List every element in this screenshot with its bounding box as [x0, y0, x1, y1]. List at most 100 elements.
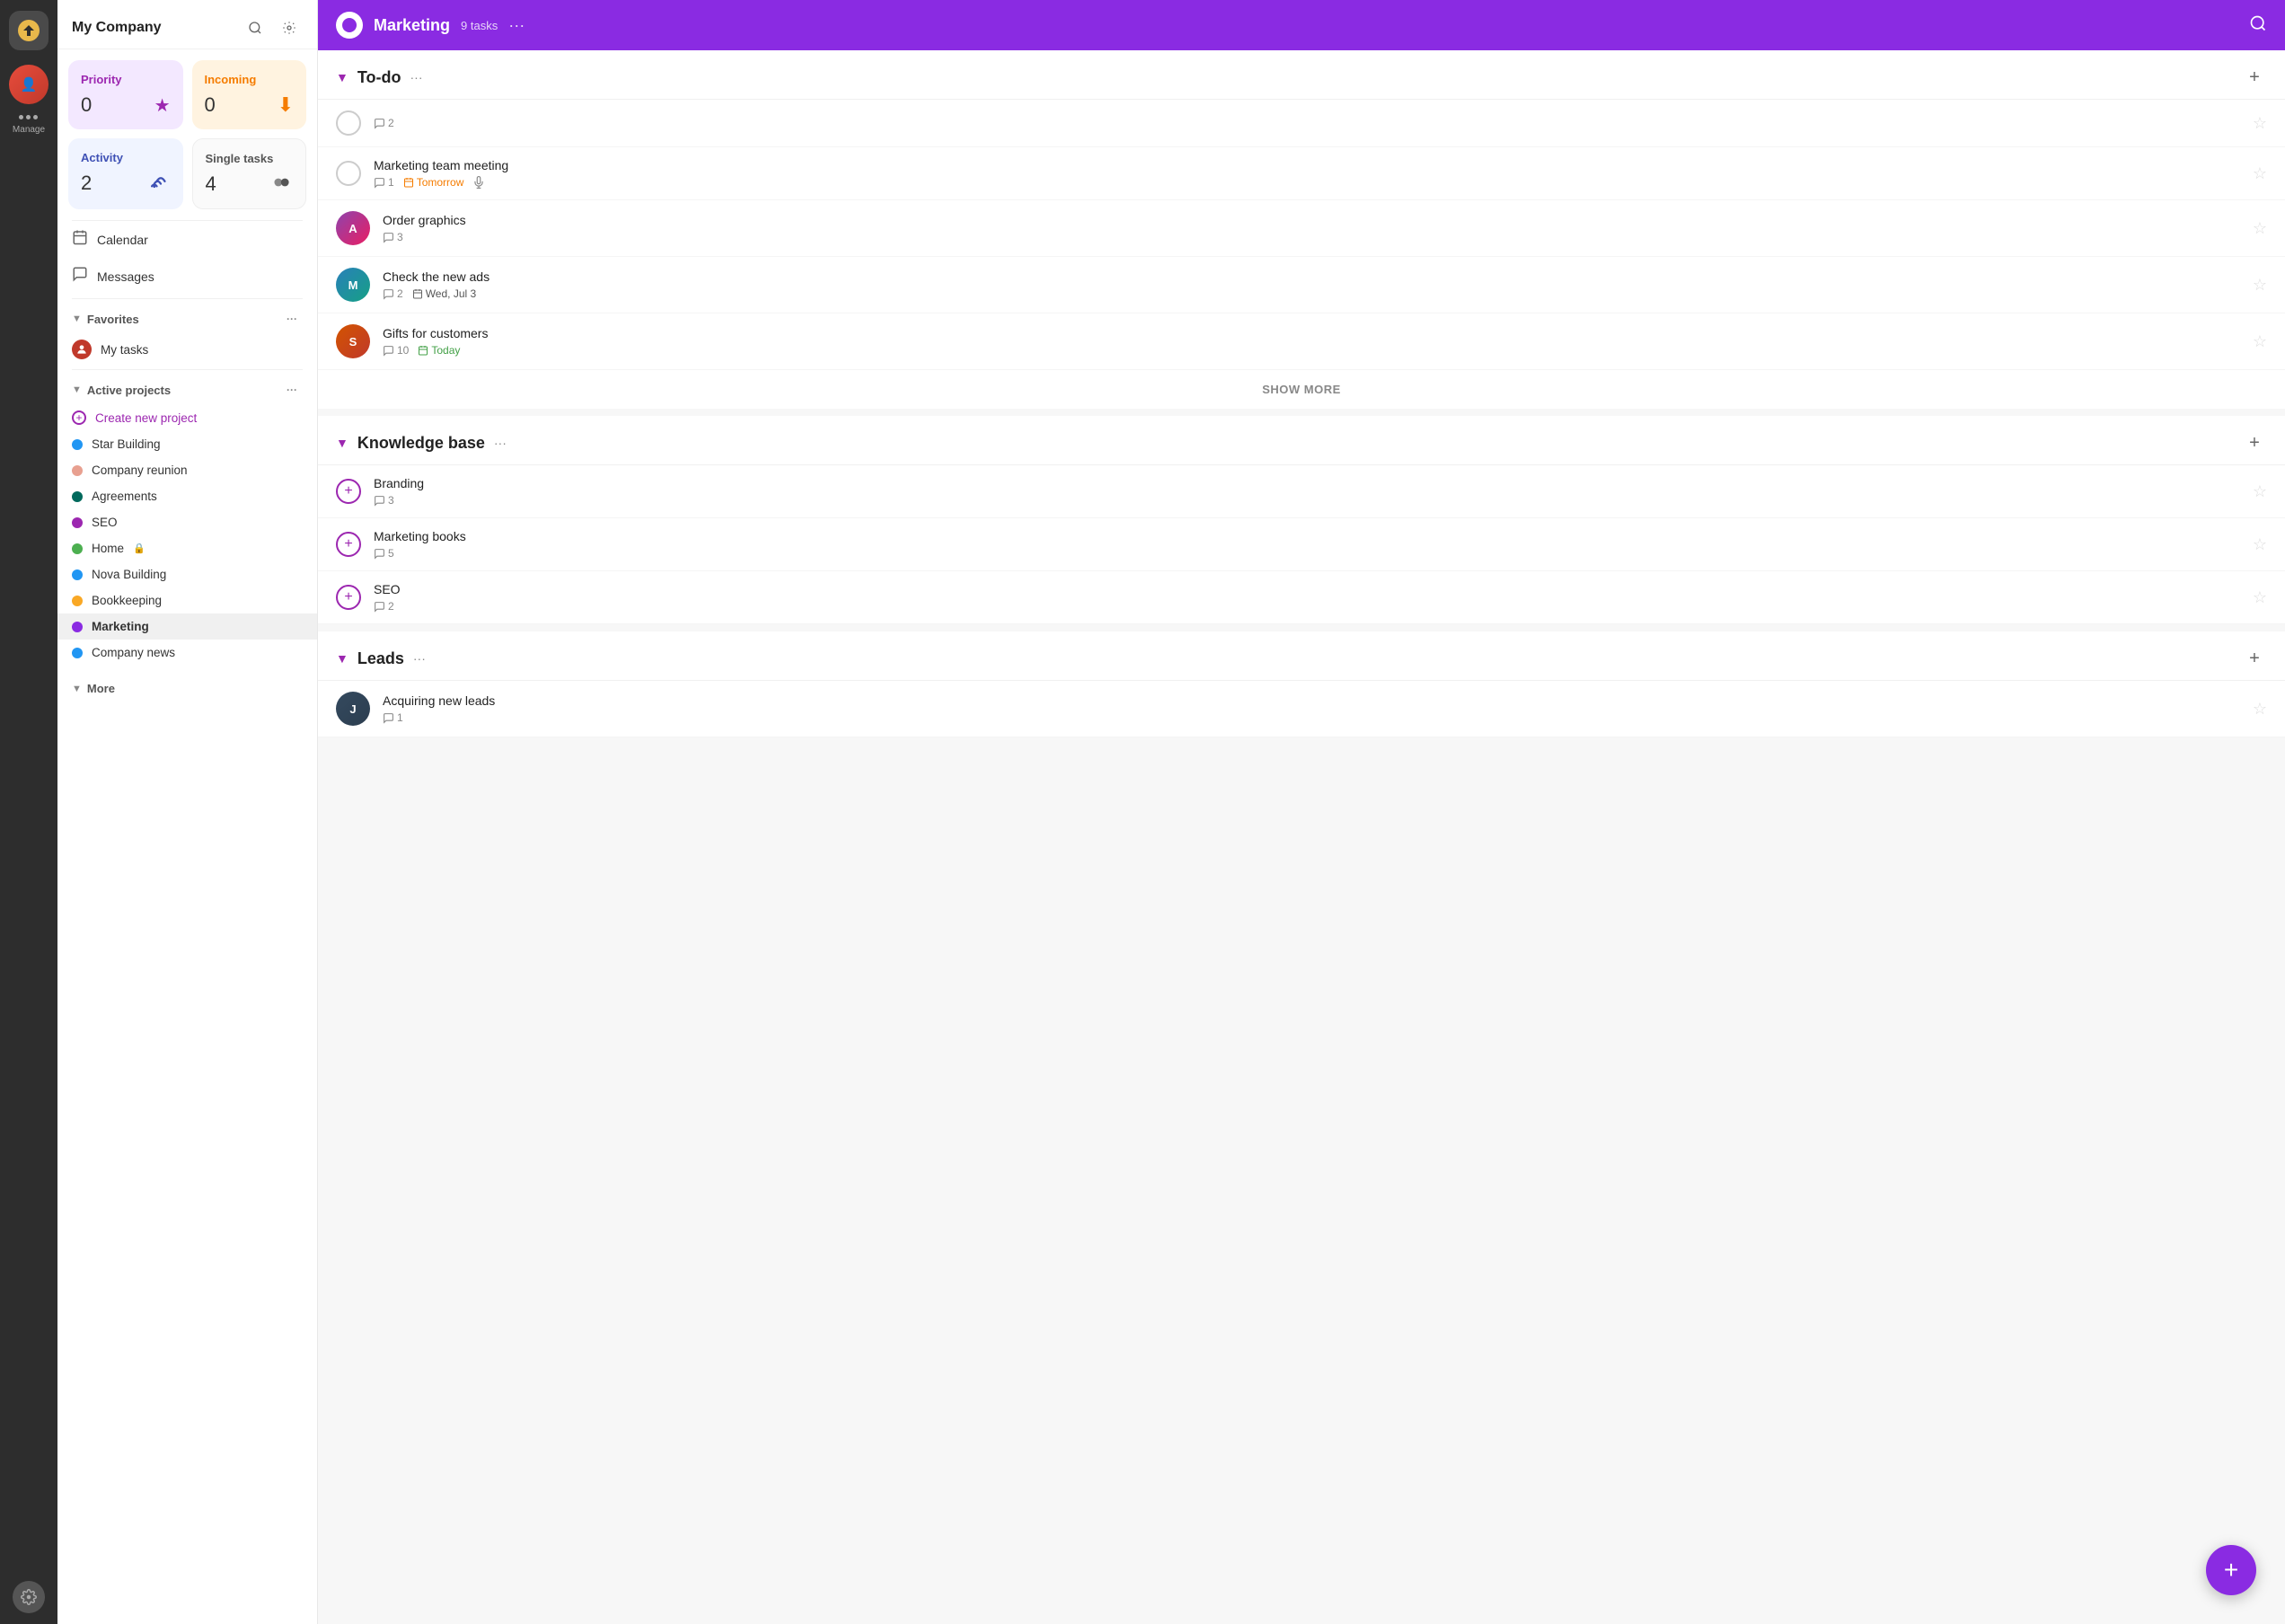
- todo-add-btn[interactable]: +: [2242, 65, 2267, 90]
- active-projects-more-btn[interactable]: ···: [281, 379, 303, 401]
- task-star-acquiring[interactable]: ☆: [2253, 700, 2267, 719]
- topbar-more-btn[interactable]: ···: [508, 16, 525, 35]
- single-tasks-dots-icon: [273, 174, 293, 195]
- project-agreements[interactable]: Agreements: [57, 483, 317, 509]
- task-row-ads[interactable]: M Check the new ads 2 Wed, Jul 3: [318, 257, 2285, 313]
- messages-label: Messages: [97, 269, 154, 284]
- priority-count: 0: [81, 93, 92, 117]
- favorites-chevron: ▼: [72, 313, 82, 324]
- task-info-branding: Branding 3: [374, 476, 2240, 507]
- settings-icon[interactable]: [13, 1581, 45, 1613]
- todo-more-btn[interactable]: ···: [410, 70, 423, 84]
- leads-add-btn[interactable]: +: [2242, 646, 2267, 671]
- header-icons: [242, 14, 303, 41]
- task-row-marketing-books[interactable]: + Marketing books 5 ☆: [318, 518, 2285, 571]
- single-tasks-widget[interactable]: Single tasks 4: [192, 138, 307, 209]
- incoming-title: Incoming: [205, 73, 295, 86]
- comment-count-acquiring: 1: [383, 711, 403, 724]
- kb-add-btn[interactable]: +: [2242, 430, 2267, 455]
- task-row-acquiring[interactable]: J Acquiring new leads 1 ☆: [318, 681, 2285, 737]
- topbar: Marketing 9 tasks ···: [318, 0, 2285, 50]
- leads-more-btn[interactable]: ···: [413, 651, 426, 666]
- task-star-order[interactable]: ☆: [2253, 219, 2267, 238]
- project-star-building[interactable]: Star Building: [57, 431, 317, 457]
- company-name: My Company: [72, 20, 162, 36]
- task-info-marketing-books: Marketing books 5: [374, 529, 2240, 560]
- nav-calendar[interactable]: Calendar: [57, 221, 317, 258]
- sidebar-header: My Company: [57, 0, 317, 49]
- favorites-label: Favorites: [87, 313, 139, 326]
- priority-widget[interactable]: Priority 0 ★: [68, 60, 183, 129]
- leads-chevron-icon: ▼: [336, 651, 348, 666]
- task-row-kb-seo[interactable]: + SEO 2 ☆: [318, 571, 2285, 624]
- task-star-gifts[interactable]: ☆: [2253, 332, 2267, 351]
- task-row-order[interactable]: A Order graphics 3 ☆: [318, 200, 2285, 257]
- task-star-empty[interactable]: ☆: [2253, 114, 2267, 133]
- kb-more-btn[interactable]: ···: [494, 436, 507, 450]
- task-avatar-ads: M: [336, 268, 370, 302]
- home-lock-icon: 🔒: [133, 543, 146, 554]
- task-plus-branding[interactable]: +: [336, 479, 361, 504]
- task-star-marketing-books[interactable]: ☆: [2253, 535, 2267, 554]
- kb-section-title: Knowledge base: [357, 434, 485, 453]
- task-row-empty[interactable]: 2 ☆: [318, 100, 2285, 147]
- active-projects-label: Active projects: [87, 384, 171, 397]
- activity-signal-icon: [151, 172, 171, 194]
- topbar-search-btn[interactable]: [2249, 14, 2267, 37]
- user-avatar[interactable]: 👤: [9, 65, 49, 104]
- project-company-news[interactable]: Company news: [57, 640, 317, 666]
- my-tasks-item[interactable]: My tasks: [57, 333, 317, 366]
- favorites-header: ▼ Favorites ···: [57, 299, 317, 333]
- task-info-ads: Check the new ads 2 Wed, Jul 3: [383, 269, 2240, 300]
- task-plus-marketing-books[interactable]: +: [336, 532, 361, 557]
- task-row-meeting[interactable]: Marketing team meeting 1 Tomorrow ☆: [318, 147, 2285, 200]
- todo-section: ▼ To-do ··· + 2 ☆: [318, 50, 2285, 409]
- sidebar-search-icon[interactable]: [242, 14, 269, 41]
- project-home[interactable]: Home 🔒: [57, 535, 317, 561]
- project-dot-nova-building: [72, 569, 83, 580]
- task-avatar-order: A: [336, 211, 370, 245]
- manage-button[interactable]: Manage: [13, 115, 45, 135]
- fab-add-button[interactable]: +: [2206, 1545, 2256, 1595]
- incoming-widget[interactable]: Incoming 0 ⬇: [192, 60, 307, 129]
- project-marketing[interactable]: Marketing: [57, 613, 317, 640]
- sidebar-settings-icon[interactable]: [276, 14, 303, 41]
- project-seo[interactable]: SEO: [57, 509, 317, 535]
- my-tasks-label: My tasks: [101, 343, 148, 357]
- comment-count-order: 3: [383, 231, 403, 243]
- app-logo[interactable]: [9, 11, 49, 50]
- nav-messages[interactable]: Messages: [57, 258, 317, 295]
- project-company-reunion[interactable]: Company reunion: [57, 457, 317, 483]
- task-star-branding[interactable]: ☆: [2253, 482, 2267, 501]
- project-nova-building[interactable]: Nova Building: [57, 561, 317, 587]
- task-meta-kb-seo: 2: [374, 600, 2240, 613]
- my-tasks-avatar: [72, 340, 92, 359]
- incoming-arrow-icon: ⬇: [278, 93, 294, 117]
- task-info-empty: 2: [374, 117, 2240, 129]
- favorites-more-btn[interactable]: ···: [281, 308, 303, 330]
- task-row-branding[interactable]: + Branding 3 ☆: [318, 465, 2285, 518]
- project-bookkeeping[interactable]: Bookkeeping: [57, 587, 317, 613]
- project-dot-seo: [72, 517, 83, 528]
- project-dot-bookkeeping: [72, 596, 83, 606]
- activity-widget[interactable]: Activity 2: [68, 138, 183, 209]
- task-checkbox-meeting[interactable]: [336, 161, 361, 186]
- show-more-btn[interactable]: SHOW MORE: [318, 370, 2285, 409]
- create-project-item[interactable]: + Create new project: [57, 404, 317, 431]
- task-star-kb-seo[interactable]: ☆: [2253, 588, 2267, 607]
- project-label-marketing: Marketing: [92, 620, 149, 633]
- task-star-ads[interactable]: ☆: [2253, 276, 2267, 295]
- task-star-meeting[interactable]: ☆: [2253, 164, 2267, 183]
- calendar-label: Calendar: [97, 233, 148, 247]
- knowledge-base-section-header: ▼ Knowledge base ··· +: [318, 416, 2285, 465]
- task-row-gifts[interactable]: S Gifts for customers 10 Today ☆: [318, 313, 2285, 370]
- task-checkbox-empty[interactable]: [336, 110, 361, 136]
- task-plus-kb-seo[interactable]: +: [336, 585, 361, 610]
- active-projects-header: ▼ Active projects ···: [57, 370, 317, 404]
- task-meta-meeting: 1 Tomorrow: [374, 176, 2240, 189]
- task-name-order: Order graphics: [383, 213, 2240, 227]
- task-name-gifts: Gifts for customers: [383, 326, 2240, 340]
- more-chevron: ▼: [72, 684, 82, 694]
- incoming-count: 0: [205, 93, 216, 117]
- project-label-nova-building: Nova Building: [92, 568, 166, 581]
